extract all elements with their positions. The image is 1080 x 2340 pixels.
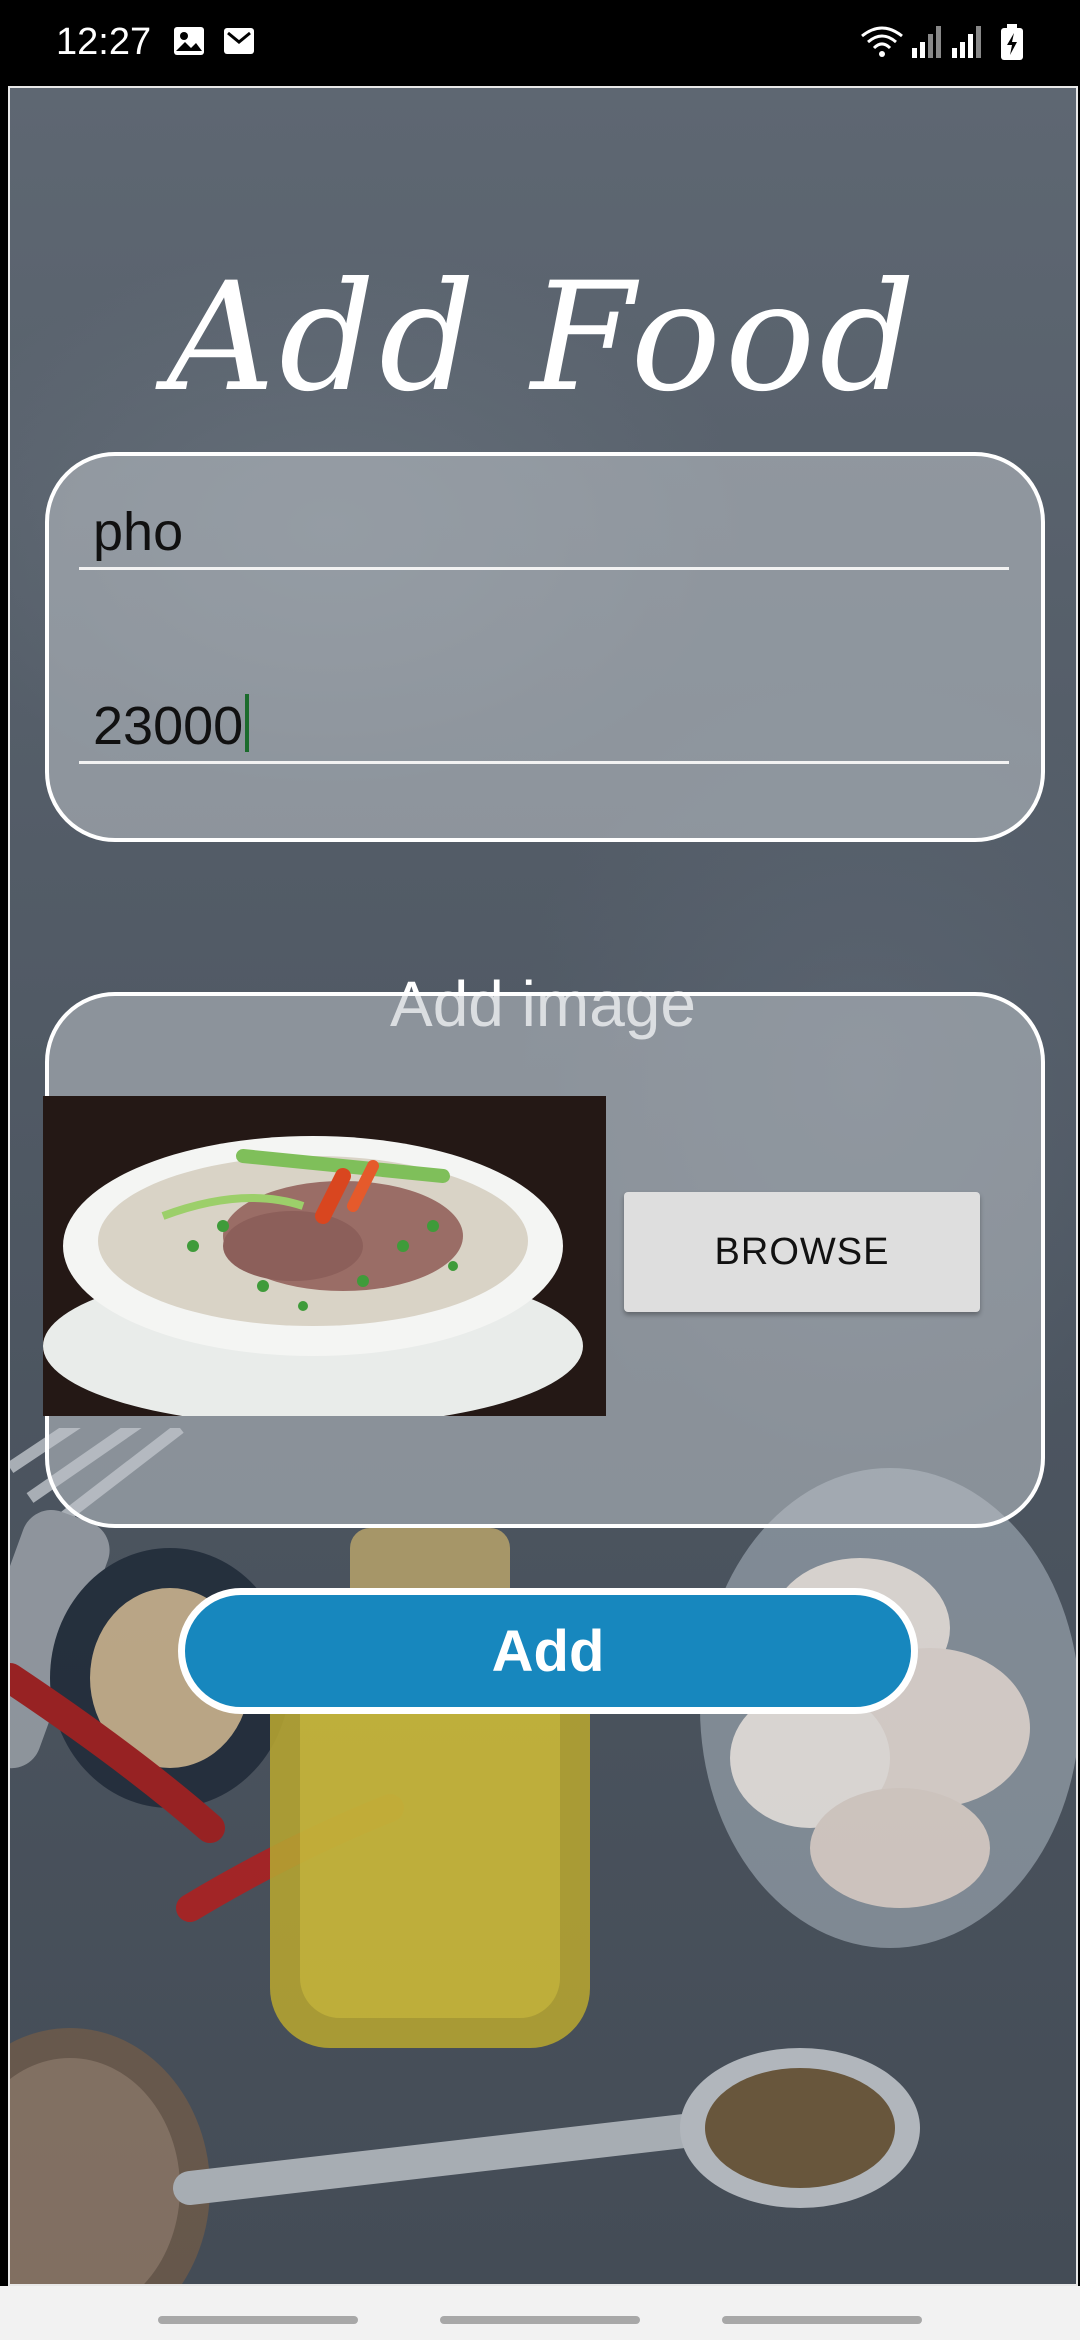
nav-home[interactable] (440, 2316, 640, 2324)
kitchen-background-image (10, 1428, 1076, 2284)
page-title: Add Food (166, 251, 920, 425)
food-price-input[interactable]: 23000 (79, 690, 1009, 764)
signal-icon (952, 26, 981, 58)
food-name-value: pho (93, 502, 184, 562)
status-time: 12:27 (56, 21, 152, 63)
pho-bowl-image (43, 1096, 606, 1416)
add-food-button[interactable]: Add (178, 1588, 918, 1714)
food-name-input[interactable]: pho (79, 496, 1009, 570)
food-price-value: 23000 (93, 696, 244, 756)
text-cursor (245, 694, 250, 752)
browse-button[interactable]: BROWSE (624, 1192, 980, 1312)
nav-back[interactable] (722, 2316, 922, 2324)
status-bar: 12:27 (0, 0, 1080, 84)
nav-recent-apps[interactable] (158, 2316, 358, 2324)
food-details-card: pho 23000 (45, 452, 1045, 842)
signal-icon (912, 26, 941, 58)
battery-charging-icon (1001, 24, 1023, 60)
add-food-screen: Add Food pho 23000 Add image (8, 86, 1078, 2286)
mail-icon (224, 28, 254, 54)
wifi-icon (861, 26, 903, 57)
food-image-preview (43, 1096, 606, 1416)
image-picker-card: BROWSE (43, 992, 1045, 1528)
navigation-bar (0, 2286, 1080, 2340)
image-icon (174, 27, 204, 55)
